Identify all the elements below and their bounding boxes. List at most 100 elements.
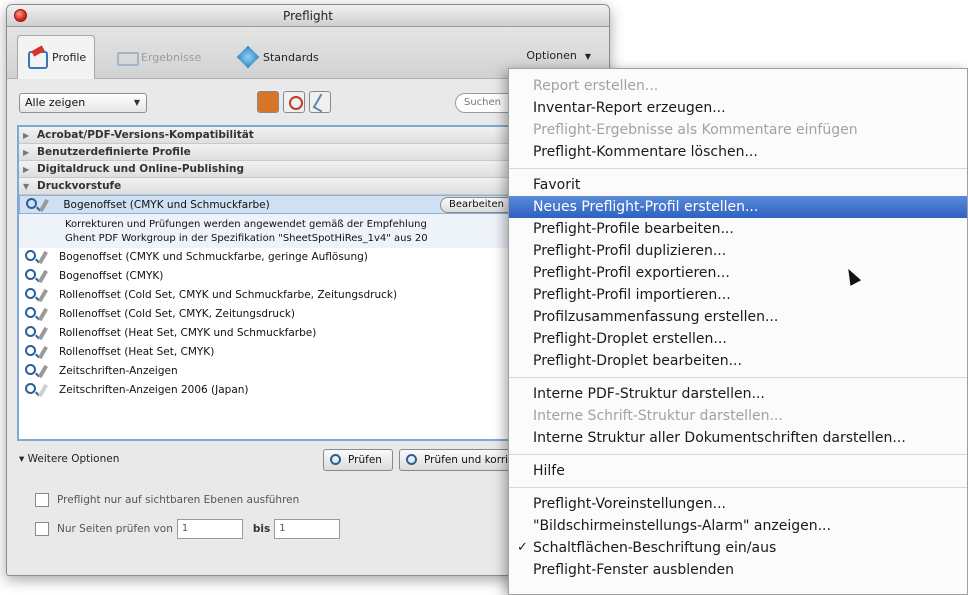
group-label: Druckvorstufe: [37, 180, 122, 192]
profile-label: Bogenoffset (CMYK): [59, 270, 164, 282]
profile-icons: [23, 382, 59, 398]
close-button[interactable]: [14, 9, 27, 22]
profile-icons: [23, 325, 59, 341]
window-title: Preflight: [283, 9, 333, 23]
wrench-icon: [38, 250, 48, 265]
menu-item-new-profile[interactable]: Neues Preflight-Profil erstellen...: [509, 196, 967, 218]
menu-item-create-droplet[interactable]: Preflight-Droplet erstellen...: [509, 328, 967, 350]
profile-icons: [24, 197, 60, 213]
filter-select[interactable]: Alle zeigen ▼: [19, 93, 147, 113]
menu-item-pdf-structure[interactable]: Interne PDF-Struktur darstellen...: [509, 383, 967, 405]
menu-separator: [509, 454, 967, 455]
menu-item-export-profile[interactable]: Preflight-Profil exportieren...: [509, 262, 967, 284]
tab-label: Profile: [52, 51, 87, 64]
menu-item-hide-window[interactable]: Preflight-Fenster ausblenden: [509, 559, 967, 581]
wrench-icon: [38, 326, 48, 341]
option-label: Preflight nur auf sichtbaren Ebenen ausf…: [57, 494, 300, 506]
profile-icons: [23, 249, 59, 265]
tab-standards[interactable]: Standards: [229, 37, 327, 77]
magnifier-icon: [25, 345, 36, 356]
collapse-triangle-icon[interactable]: ▼: [23, 178, 31, 195]
title-bar[interactable]: Preflight: [7, 5, 609, 27]
chevron-down-icon: ▼: [133, 98, 140, 107]
menu-item-favorite[interactable]: Favorit: [509, 174, 967, 196]
page-from-field[interactable]: 1: [176, 519, 243, 539]
page-to-field[interactable]: 1: [274, 519, 341, 539]
tab-profile[interactable]: Profile: [17, 35, 96, 79]
filter-selected: Alle zeigen: [25, 96, 86, 109]
group-label: Digitaldruck und Online-Publishing: [37, 163, 245, 175]
visible-layers-checkbox[interactable]: [35, 493, 49, 507]
magnifier-icon: [25, 383, 36, 394]
expand-triangle-icon[interactable]: ▶: [23, 127, 31, 144]
magnifier-icon: [25, 288, 36, 299]
wrench-icon: [38, 345, 48, 360]
menu-item-edit-droplet[interactable]: Preflight-Droplet bearbeiten...: [509, 350, 967, 372]
wrench-icon: [39, 198, 49, 213]
menu-separator: [509, 168, 967, 169]
menu-item-font-structure[interactable]: Interne Schrift-Struktur darstellen...: [509, 405, 967, 427]
profile-icons: [23, 268, 59, 284]
group-label: Benutzerdefinierte Profile: [37, 146, 191, 158]
check-tool-icon[interactable]: [283, 91, 305, 113]
magnifier-icon: [25, 364, 36, 375]
profile-icons: [23, 344, 59, 360]
profile-label: Bogenoffset (CMYK und Schmuckfarbe, geri…: [59, 251, 368, 263]
menu-item-import-profile[interactable]: Preflight-Profil importieren...: [509, 284, 967, 306]
menu-item-preferences[interactable]: Preflight-Voreinstellungen...: [509, 493, 967, 515]
menu-item-profile-summary[interactable]: Profilzusammenfassung erstellen...: [509, 306, 967, 328]
to-label: bis: [252, 523, 271, 535]
profile-label: Bogenoffset (CMYK und Schmuckfarbe): [63, 199, 270, 211]
expand-triangle-icon[interactable]: ▶: [23, 144, 31, 161]
tab-label: Standards: [263, 50, 319, 64]
page-range-checkbox[interactable]: [35, 522, 49, 536]
wrench-icon: [38, 269, 48, 284]
screen: Preflight Profile Ergebnisse Standards O…: [0, 0, 968, 595]
menu-separator: [509, 487, 967, 488]
magnifier-icon: [330, 454, 341, 465]
options-dropdown-menu: Report erstellen... Inventar-Report erze…: [508, 68, 968, 595]
menu-item-screen-alarm[interactable]: "Bildschirmeinstellungs-Alarm" anzeigen.…: [509, 515, 967, 537]
check-button-label: Prüfen: [348, 454, 382, 466]
page-range-option[interactable]: Nur Seiten prüfen von 1 bis 1: [35, 519, 350, 539]
options-menu-button[interactable]: Optionen ▼: [526, 49, 591, 62]
menu-item-help[interactable]: Hilfe: [509, 460, 967, 482]
profile-label: Rollenoffset (Heat Set, CMYK): [59, 346, 215, 358]
menu-item-label: Schaltflächen-Beschriftung ein/aus: [533, 540, 777, 556]
wrench-icon: [38, 307, 48, 322]
menu-item-inventory-report[interactable]: Inventar-Report erzeugen...: [509, 97, 967, 119]
magnifier-icon: [25, 250, 36, 261]
menu-item-button-labels[interactable]: ✓ Schaltflächen-Beschriftung ein/aus: [509, 537, 967, 559]
chevron-down-icon: ▼: [584, 52, 591, 61]
expand-triangle-icon[interactable]: ▶: [23, 161, 31, 178]
magnifier-icon: [25, 269, 36, 280]
fix-tool-icon[interactable]: [309, 91, 331, 113]
menu-item-results-as-comments[interactable]: Preflight-Ergebnisse als Kommentare einf…: [509, 119, 967, 141]
tab-results[interactable]: Ergebnisse: [107, 37, 209, 77]
profile-icons: [23, 306, 59, 322]
profile-icon: [26, 47, 48, 69]
magnifier-icon: [25, 326, 36, 337]
profile-icons: [23, 287, 59, 303]
profile-label: Rollenoffset (Cold Set, CMYK und Schmuck…: [59, 289, 398, 301]
magnifier-icon: [25, 307, 36, 318]
profile-tool-icon[interactable]: [257, 91, 279, 113]
profile-label: Rollenoffset (Heat Set, CMYK und Schmuck…: [59, 327, 317, 339]
profile-icons: [23, 363, 59, 379]
standards-icon: [237, 46, 259, 68]
menu-item-all-fonts-structure[interactable]: Interne Struktur aller Dokumentschriften…: [509, 427, 967, 449]
option-label: Nur Seiten prüfen von: [57, 523, 173, 535]
magnifier-icon: [406, 454, 417, 465]
more-options-toggle[interactable]: ▾ Weitere Optionen: [19, 453, 119, 465]
visible-layers-option[interactable]: Preflight nur auf sichtbaren Ebenen ausf…: [35, 491, 299, 509]
menu-item-report[interactable]: Report erstellen...: [509, 75, 967, 97]
profile-label: Zeitschriften-Anzeigen: [59, 365, 178, 377]
wrench-icon: [38, 383, 48, 398]
menu-item-delete-comments[interactable]: Preflight-Kommentare löschen...: [509, 141, 967, 163]
check-button[interactable]: Prüfen: [323, 449, 393, 471]
tab-label: Ergebnisse: [141, 50, 202, 64]
menu-item-duplicate-profile[interactable]: Preflight-Profil duplizieren...: [509, 240, 967, 262]
menu-item-edit-profiles[interactable]: Preflight-Profile bearbeiten...: [509, 218, 967, 240]
options-label: Optionen: [526, 49, 577, 62]
checkmark-icon: ✓: [517, 540, 528, 555]
